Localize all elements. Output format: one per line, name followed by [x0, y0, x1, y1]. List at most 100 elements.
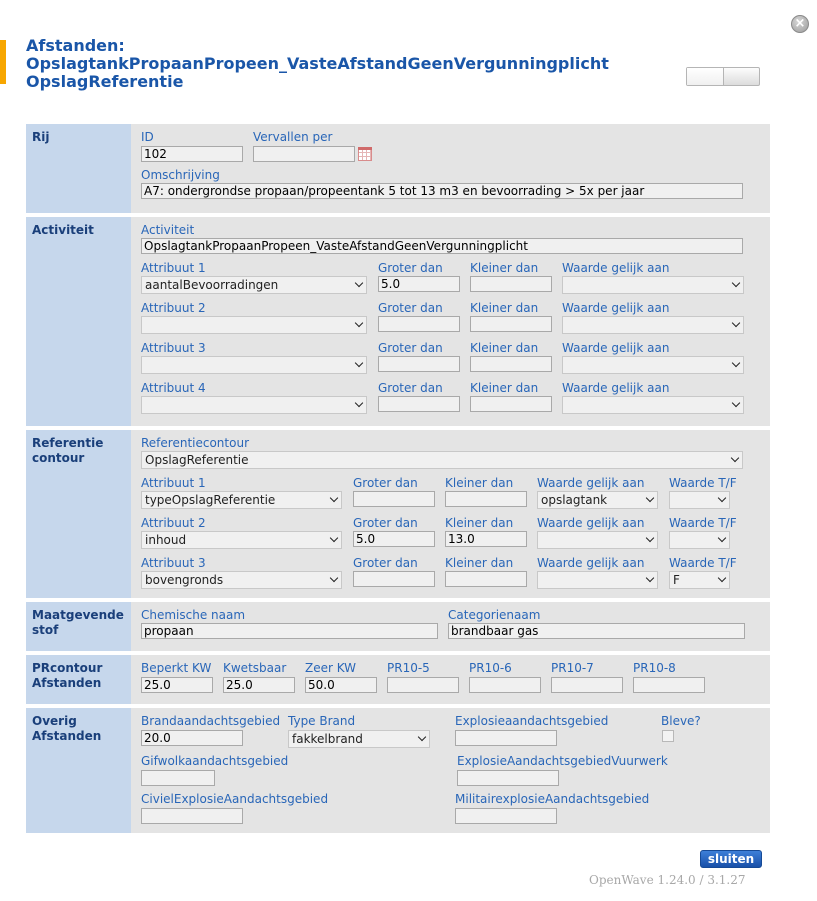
section-prcontour-afstanden: PRcontour Afstanden Beperkt KW 25.0 Kwet…	[26, 655, 770, 704]
attribuut-label: Attribuut 2	[141, 301, 206, 315]
chevron-down-icon	[329, 493, 339, 503]
attribuut-select[interactable]: bovengronds	[141, 571, 342, 589]
beperkt-kw-label: Beperkt KW	[141, 661, 212, 675]
attribuut-select-value: bovengronds	[145, 573, 224, 587]
attribuut-select[interactable]	[141, 396, 367, 414]
kleiner-field[interactable]	[470, 396, 552, 412]
groter-field[interactable]	[378, 316, 460, 332]
waarde-tf-select[interactable]	[669, 491, 730, 509]
attribuut-select-value: typeOpslagReferentie	[145, 493, 276, 507]
civiel-explosie-field[interactable]	[141, 808, 243, 824]
waarde-select[interactable]: opslagtank	[537, 491, 658, 509]
attribuut-select[interactable]: typeOpslagReferentie	[141, 491, 342, 509]
type-brand-label: Type Brand	[288, 714, 356, 728]
groter-field[interactable]	[378, 396, 460, 412]
kleiner-field[interactable]	[470, 276, 552, 292]
explosie-vuurwerk-label: ExplosieAandachtsgebiedVuurwerk	[457, 754, 668, 768]
toggle-knob	[687, 68, 724, 85]
attribuut-select[interactable]: aantalBevoorradingen	[141, 276, 367, 294]
bleve-checkbox[interactable]	[662, 730, 674, 742]
gifwolkaandachtsgebied-field[interactable]	[141, 770, 215, 786]
chevron-down-icon	[645, 573, 655, 583]
pr10-6-label: PR10-6	[469, 661, 512, 675]
kwetsbaar-label: Kwetsbaar	[223, 661, 287, 675]
categorienaam-field[interactable]: brandbaar gas	[448, 623, 745, 639]
pr10-8-label: PR10-8	[633, 661, 676, 675]
groter-field[interactable]	[353, 571, 435, 587]
categorienaam-label: Categorienaam	[448, 608, 541, 622]
chemische-naam-field[interactable]: propaan	[141, 623, 438, 639]
militair-explosie-label: MilitairexplosieAandachtsgebied	[455, 792, 650, 806]
section-referentie-contour: Referentie contour Referentiecontour Ops…	[26, 430, 770, 598]
groter-field[interactable]: 5.0	[353, 531, 435, 547]
waarde-label: Waarde gelijk aan	[537, 556, 645, 570]
zeer-kw-field[interactable]: 50.0	[305, 677, 377, 693]
waarde-tf-label: Waarde T/F	[669, 556, 737, 570]
kleiner-field[interactable]	[470, 316, 552, 332]
pr-side-line1: PRcontour	[32, 661, 103, 675]
chevron-down-icon	[717, 493, 727, 503]
zeer-kw-label: Zeer KW	[305, 661, 357, 675]
militair-explosie-field[interactable]	[455, 808, 557, 824]
activiteit-field[interactable]: OpslagtankPropaanPropeen_VasteAfstandGee…	[141, 238, 743, 254]
kleiner-field[interactable]: 13.0	[445, 531, 527, 547]
attribuut-select[interactable]	[141, 316, 367, 334]
kleiner-label: Kleiner dan	[470, 261, 539, 275]
groter-field[interactable]: 5.0	[378, 276, 460, 292]
waarde-select[interactable]	[562, 396, 744, 414]
attribuut-select[interactable]: inhoud	[141, 531, 342, 549]
rij-side-label: Rij	[32, 130, 50, 144]
explosieaandachtsgebied-field[interactable]	[455, 730, 557, 746]
kleiner-field[interactable]	[445, 571, 527, 587]
brandaandachtsgebied-field[interactable]: 20.0	[141, 730, 243, 746]
referentiecontour-label: Referentiecontour	[141, 436, 249, 450]
omschrijving-field[interactable]: A7: ondergrondse propaan/propeentank 5 t…	[141, 183, 743, 199]
kleiner-field[interactable]	[470, 356, 552, 372]
pr10-6-field[interactable]	[469, 677, 541, 693]
calendar-icon[interactable]	[358, 147, 372, 161]
attribuut-select-value: aantalBevoorradingen	[145, 278, 279, 292]
waarde-select[interactable]	[537, 531, 658, 549]
type-brand-select[interactable]: fakkelbrand	[288, 730, 430, 748]
vervallen-field[interactable]	[253, 146, 355, 162]
close-icon[interactable]: ×	[791, 15, 809, 33]
waarde-select[interactable]	[537, 571, 658, 589]
beperkt-kw-field[interactable]: 25.0	[141, 677, 213, 693]
referentie-side-line2: contour	[32, 451, 85, 465]
waarde-tf-select[interactable]: F	[669, 571, 730, 589]
groter-label: Groter dan	[378, 301, 443, 315]
section-label-stof: Maatgevende stof	[26, 602, 131, 651]
referentiecontour-select[interactable]: OpslagReferentie	[141, 451, 743, 469]
chevron-down-icon	[354, 398, 364, 408]
kwetsbaar-field[interactable]: 25.0	[223, 677, 295, 693]
explosie-vuurwerk-field[interactable]	[457, 770, 559, 786]
waarde-label: Waarde gelijk aan	[537, 476, 645, 490]
waarde-select[interactable]	[562, 316, 744, 334]
stof-side-line1: Maatgevende	[32, 608, 124, 622]
waarde-label: Waarde gelijk aan	[562, 301, 670, 315]
id-field[interactable]: 102	[141, 146, 243, 162]
section-label-prcontour: PRcontour Afstanden	[26, 655, 131, 704]
overig-side-line1: Overig	[32, 714, 77, 728]
title-accent-bar	[0, 40, 6, 84]
section-activiteit: Activiteit Activiteit OpslagtankPropaanP…	[26, 217, 770, 426]
groter-field[interactable]	[353, 491, 435, 507]
pr10-5-field[interactable]	[387, 677, 459, 693]
toggle-switch[interactable]	[686, 67, 760, 86]
brandaandachtsgebied-label: Brandaandachtsgebied	[141, 714, 281, 728]
omschrijving-label: Omschrijving	[141, 168, 220, 182]
sluiten-button[interactable]: sluiten	[700, 850, 762, 868]
section-maatgevende-stof: Maatgevende stof Chemische naam propaan …	[26, 602, 770, 651]
chevron-down-icon	[717, 533, 727, 543]
groter-field[interactable]	[378, 356, 460, 372]
stof-side-line2: stof	[32, 623, 59, 637]
kleiner-field[interactable]	[445, 491, 527, 507]
waarde-tf-select[interactable]	[669, 531, 730, 549]
pr10-8-field[interactable]	[633, 677, 705, 693]
waarde-select[interactable]	[562, 276, 744, 294]
waarde-select[interactable]	[562, 356, 744, 374]
pr10-7-field[interactable]	[551, 677, 623, 693]
kleiner-label: Kleiner dan	[470, 341, 539, 355]
attribuut-select[interactable]	[141, 356, 367, 374]
groter-label: Groter dan	[353, 476, 418, 490]
